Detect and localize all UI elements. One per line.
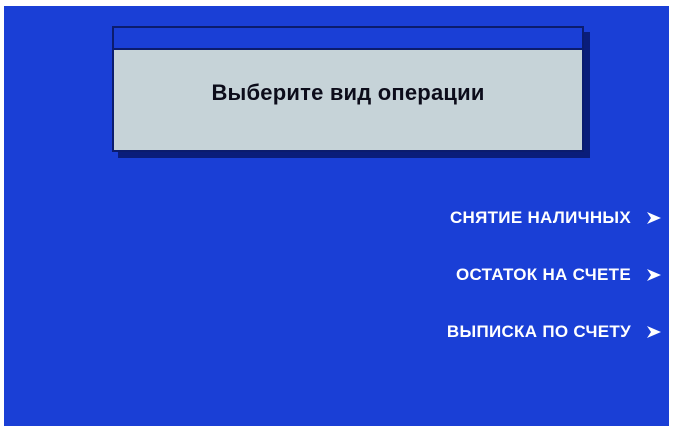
prompt-box: Выберите вид операции bbox=[112, 26, 584, 152]
operation-menu: СНЯТИЕ НАЛИЧНЫХ ОСТАТОК НА СЧЕТЕ ВЫПИСКА… bbox=[447, 202, 663, 348]
prompt-box-header-bar bbox=[114, 28, 582, 50]
chevron-right-icon bbox=[647, 269, 661, 281]
prompt-title: Выберите вид операции bbox=[211, 80, 485, 105]
menu-item-account-statement[interactable]: ВЫПИСКА ПО СЧЕТУ bbox=[447, 316, 663, 348]
menu-item-account-balance[interactable]: ОСТАТОК НА СЧЕТЕ bbox=[456, 259, 663, 291]
atm-screen: Выберите вид операции СНЯТИЕ НАЛИЧНЫХ ОС… bbox=[4, 6, 669, 426]
chevron-right-icon bbox=[647, 326, 661, 338]
menu-item-cash-withdrawal[interactable]: СНЯТИЕ НАЛИЧНЫХ bbox=[450, 202, 663, 234]
menu-item-label: ВЫПИСКА ПО СЧЕТУ bbox=[446, 322, 631, 341]
menu-item-label: СНЯТИЕ НАЛИЧНЫХ bbox=[449, 208, 631, 227]
chevron-right-icon bbox=[647, 212, 661, 224]
menu-item-label: ОСТАТОК НА СЧЕТЕ bbox=[455, 265, 631, 284]
